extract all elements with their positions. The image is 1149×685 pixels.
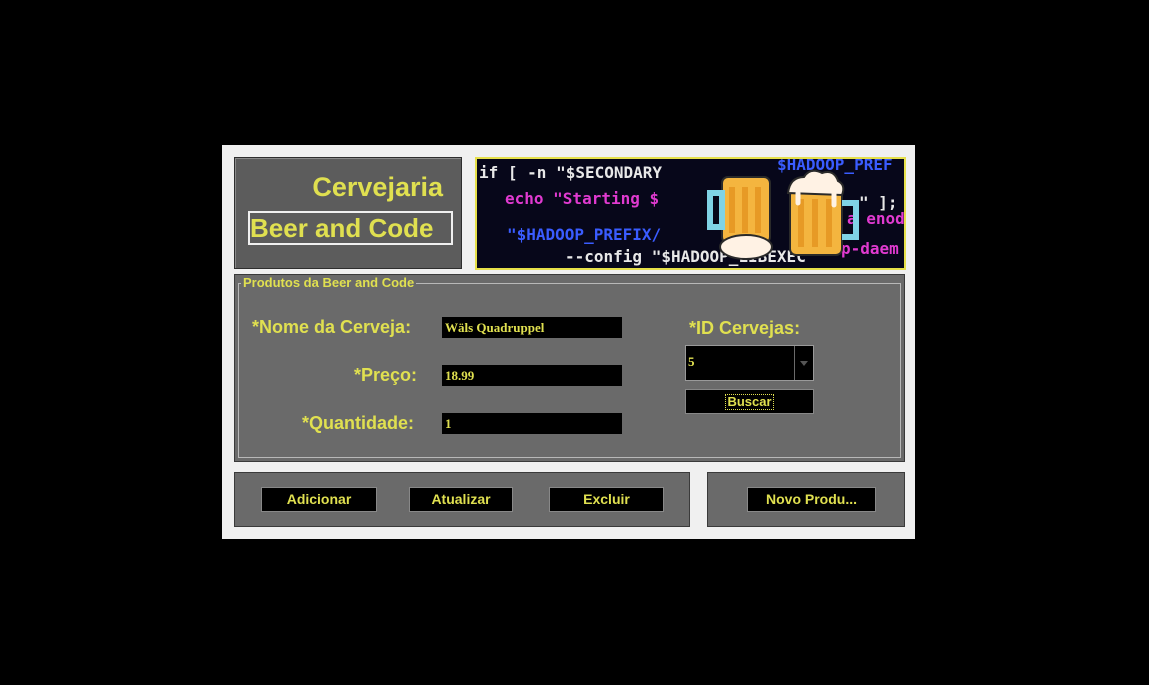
buscar-button-label: Buscar bbox=[725, 394, 774, 410]
adicionar-button[interactable]: Adicionar bbox=[261, 487, 377, 512]
banner-image: if [ -n "$SECONDARY echo "Starting $ "$H… bbox=[475, 157, 906, 270]
nome-field[interactable]: Wäls Quadruppel bbox=[442, 317, 622, 338]
preco-field[interactable]: 18.99 bbox=[442, 365, 622, 386]
app-title-cervejaria: Cervejaria bbox=[312, 172, 443, 202]
chevron-down-icon[interactable] bbox=[794, 346, 813, 380]
atualizar-button[interactable]: Atualizar bbox=[409, 487, 513, 512]
new-product-panel: Novo Produ... bbox=[707, 472, 905, 527]
title-panel: Cervejaria Beer and Code bbox=[234, 157, 462, 269]
banner-code-line: "$HADOOP_PREFIX/ bbox=[507, 225, 662, 244]
quantidade-field[interactable]: 1 bbox=[442, 413, 622, 434]
app-title-beer-and-code: Beer and Code bbox=[248, 211, 453, 245]
quantidade-label: *Quantidade: bbox=[302, 413, 415, 433]
preco-label: *Preço: bbox=[354, 365, 418, 385]
beer-mugs-icon bbox=[707, 169, 859, 260]
nome-label: *Nome da Cerveja: bbox=[252, 317, 412, 337]
buscar-button[interactable]: Buscar bbox=[685, 389, 814, 414]
id-cervejas-label: *ID Cervejas: bbox=[689, 318, 801, 338]
banner-code-line: echo "Starting $ bbox=[505, 189, 660, 208]
produtos-group: Produtos da Beer and Code *Nome da Cerve… bbox=[234, 274, 905, 462]
banner-code-line: if [ -n "$SECONDARY bbox=[479, 163, 663, 182]
app-window: Cervejaria Beer and Code if [ -n "$SECON… bbox=[222, 145, 915, 539]
produtos-group-legend: Produtos da Beer and Code bbox=[241, 275, 417, 290]
id-cervejas-combobox[interactable]: 5 bbox=[685, 345, 814, 381]
excluir-button[interactable]: Excluir bbox=[549, 487, 664, 512]
novo-produto-button[interactable]: Novo Produ... bbox=[747, 487, 876, 512]
actions-panel: Adicionar Atualizar Excluir bbox=[234, 472, 690, 527]
id-cervejas-value: 5 bbox=[688, 354, 695, 369]
